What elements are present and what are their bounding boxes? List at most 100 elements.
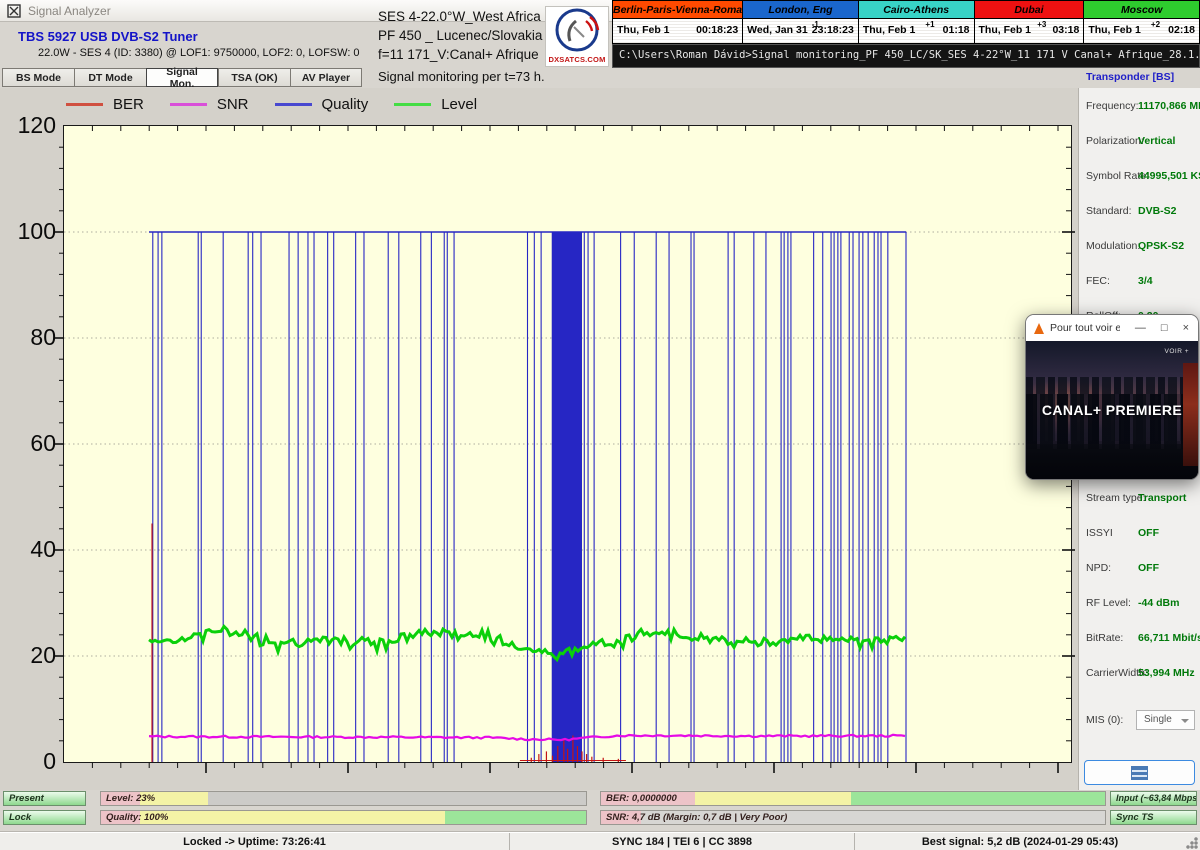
vlc-popup-window[interactable]: Pour tout voir et to... — □ × VOIR + CAN… [1025, 314, 1199, 480]
tuner-name: TBS 5927 USB DVB-S2 Tuner [18, 29, 198, 44]
snr-progressbar: SNR: 4,7 dB (Margin: 0,7 dB | Very Poor) [600, 810, 1106, 825]
clock-berlin-paris-vienna-roma: Berlin-Paris-Vienna-RomaThu, Feb 100:18:… [613, 0, 743, 44]
mode-button-signal-mon-[interactable]: Signal Mon. [146, 68, 218, 87]
clock-city-label: Moscow [1084, 1, 1199, 19]
legend-item-ber: BER [66, 96, 144, 113]
present-indicator: Present [3, 791, 86, 806]
transponder-row-label: Modulation: [1086, 240, 1140, 252]
monitoring-caption: Signal monitoring per t=73 h. [378, 69, 545, 84]
clock-date: Thu, Feb 1 [979, 24, 1032, 36]
video-title: CANAL+ PREMIERE [1026, 402, 1198, 418]
vlc-video-area[interactable]: VOIR + CANAL+ PREMIERE [1026, 341, 1198, 480]
console-window[interactable]: C:\Users\Roman Dávid>Signal monitoring_P… [612, 44, 1200, 68]
voir-plus-label: VOIR + [1165, 348, 1190, 355]
chart-plot-area [63, 125, 1072, 763]
lock-indicator: Lock [3, 810, 86, 825]
dxsatcs-logo: DXSATCS.COM [545, 6, 609, 67]
y-tick-label: 20 [4, 642, 56, 668]
transponder-row-value: Vertical [1138, 135, 1175, 147]
video-ground [1026, 444, 1198, 480]
clock-cairo-athens: Cairo-AthensThu, Feb 1+101:18 [859, 0, 975, 44]
clock-time-row: Thu, Feb 1+101:18 [859, 19, 974, 44]
mis-row: MIS (0): Single [1079, 710, 1200, 734]
world-clocks: Berlin-Paris-Vienna-RomaThu, Feb 100:18:… [612, 0, 1200, 44]
legend-item-snr: SNR [170, 96, 249, 113]
transponder-row: Standard:DVB-S2 [1079, 203, 1200, 238]
y-tick-label: 0 [4, 748, 56, 774]
app-icon [7, 4, 21, 18]
vlc-popup-title: Pour tout voir et to... [1050, 322, 1120, 334]
transponder-row: Polarization:Vertical [1079, 133, 1200, 168]
clock-dubai: DubaiThu, Feb 1+303:18 [975, 0, 1085, 44]
transponder-row-value: QPSK-S2 [1138, 240, 1184, 252]
transponder-row: RF Level:-44 dBm [1079, 595, 1200, 630]
transponder-row-value: 44995,501 KS/s [1138, 170, 1200, 182]
legend-line-swatch [66, 103, 103, 106]
clock-time: 01:18 [943, 24, 970, 36]
chart-legend: BER SNR Quality Level [66, 96, 477, 113]
status-best-signal: Best signal: 5,2 dB (2024-01-29 05:43) [855, 833, 1185, 850]
maximize-button[interactable]: □ [1161, 323, 1168, 334]
mis-label: MIS (0): [1086, 714, 1123, 726]
ber-label: BER: 0,0000000 [606, 793, 677, 804]
transponder-row-value: 66,711 Mbit/s [1138, 632, 1200, 644]
close-button[interactable]: × [1183, 323, 1189, 334]
transponder-row-value: Transport [1138, 492, 1186, 504]
mode-button-av-player[interactable]: AV Player [290, 68, 362, 87]
legend-line-swatch [394, 103, 431, 106]
clock-time-row: Thu, Feb 1+303:18 [975, 19, 1084, 44]
mis-select[interactable]: Single [1136, 710, 1195, 730]
resize-grip[interactable] [1186, 837, 1198, 849]
clock-time: 23:18:23 [812, 24, 854, 36]
signal-analyzer-app: Signal Analyzer TBS 5927 USB DVB-S2 Tune… [0, 0, 1200, 850]
legend-line-swatch [275, 103, 312, 106]
transponder-row-label: Polarization: [1086, 135, 1144, 147]
clock-moscow: MoscowThu, Feb 1+202:18 [1084, 0, 1200, 44]
clock-london-eng: London, EngWed, Jan 31-123:18:23 [743, 0, 859, 44]
mode-button-row: BS ModeDT ModeSignal Mon.TSA (OK)AV Play… [2, 68, 362, 87]
level-progressbar: Level: 23% [100, 791, 587, 806]
legend-label: Level [441, 96, 477, 113]
status-uptime: Locked -> Uptime: 73:26:41 [0, 833, 510, 850]
transponder-row-label: BitRate: [1086, 632, 1123, 644]
clock-time: 03:18 [1052, 24, 1079, 36]
y-tick-label: 60 [4, 430, 56, 456]
transponder-row-label: Standard: [1086, 205, 1132, 217]
logo-text: DXSATCS.COM [546, 55, 608, 64]
chevron-down-icon [1181, 719, 1189, 723]
legend-label: SNR [217, 96, 249, 113]
vlc-popup-titlebar[interactable]: Pour tout voir et to... — □ × [1026, 315, 1198, 341]
session-header: SES 4-22.0°W_West Africa PF 450 _ Lucene… [378, 7, 542, 64]
clock-utc-offset: +2 [1151, 20, 1160, 29]
clock-utc-offset: +1 [925, 20, 934, 29]
mode-button-bs-mode[interactable]: BS Mode [2, 68, 74, 87]
minimize-button[interactable]: — [1135, 323, 1146, 334]
mode-button-dt-mode[interactable]: DT Mode [74, 68, 146, 87]
y-tick-label: 100 [4, 218, 56, 244]
transponder-row-label: ISSYI [1086, 527, 1113, 539]
snr-label: SNR: 4,7 dB (Margin: 0,7 dB | Very Poor) [606, 812, 787, 823]
clock-city-label: Cairo-Athens [859, 1, 974, 19]
session-line-site: PF 450 _ Lucenec/Slovakia [378, 26, 542, 45]
quality-label: Quality: 100% [106, 812, 168, 823]
y-tick-label: 120 [4, 112, 56, 138]
transponder-row: Symbol Rate:44995,501 KS/s [1079, 168, 1200, 203]
transponder-row: FEC:3/4 [1079, 273, 1200, 308]
mode-button-tsa-ok-[interactable]: TSA (OK) [218, 68, 290, 87]
transponder-row-label: Stream type: [1086, 492, 1146, 504]
input-rate-indicator: Input (~63,84 Mbps) [1110, 791, 1197, 806]
satellite-dish-icon [546, 7, 608, 53]
transponder-row-label: FEC: [1086, 275, 1110, 287]
panel-action-button[interactable] [1084, 760, 1195, 785]
clock-time-row: Thu, Feb 1+202:18 [1084, 19, 1199, 44]
clock-time-row: Thu, Feb 100:18:23 [613, 19, 742, 44]
ber-progressbar: BER: 0,0000000 [600, 791, 1106, 806]
clock-city-label: London, Eng [743, 1, 858, 19]
transponder-header: Transponder [BS] [1086, 71, 1174, 83]
y-tick-label: 80 [4, 324, 56, 350]
transponder-row: BitRate: 66,711 Mbit/s [1079, 630, 1200, 665]
legend-label: Quality [322, 96, 369, 113]
transponder-row-label: Frequency: [1086, 100, 1139, 112]
signal-chart-region: BERSNRQualityLevel 020406080100120 [0, 88, 1078, 790]
transponder-rows-top: Frequency:11170,866 MHzPolarization:Vert… [1079, 98, 1200, 343]
